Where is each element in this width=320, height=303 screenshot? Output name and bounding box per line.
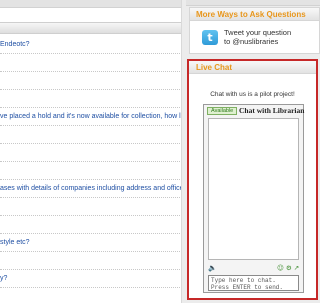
tweet-line-1: Tweet your question (224, 28, 292, 37)
chat-widget-title: Chat with Librarian (239, 106, 305, 115)
faq-header-bar (0, 22, 181, 34)
faq-question-link[interactable]: Endeotc? (0, 41, 30, 48)
chat-transcript[interactable] (208, 118, 299, 260)
faq-row (0, 252, 181, 270)
chat-input[interactable] (208, 275, 299, 291)
live-chat-title: Live Chat (189, 61, 316, 74)
left-top-strip (0, 0, 181, 8)
faq-row: Endeotc? (0, 36, 181, 54)
faq-row (0, 126, 181, 144)
faq-question-link[interactable]: ve placed a hold and it's now available … (0, 113, 181, 120)
faq-row (0, 90, 181, 108)
faq-row: ases with details of companies including… (0, 180, 181, 198)
faq-question-link[interactable]: y? (0, 275, 7, 282)
faq-row (0, 54, 181, 72)
faq-row (0, 72, 181, 90)
sound-icon[interactable]: 🔈 (208, 265, 217, 272)
faq-row (0, 162, 181, 180)
live-chat-box: Live Chat Chat with us is a pilot projec… (187, 59, 318, 300)
faq-row (0, 216, 181, 234)
chat-widget-titlebar: Available Chat with Librarian (204, 105, 305, 116)
tweet-line-2: to @nuslibraries (224, 37, 279, 46)
tweet-link[interactable]: Tweet your question to @nuslibraries (224, 28, 319, 46)
faq-panel: Endeotc? ve placed a hold and it's now av… (0, 0, 182, 303)
more-ways-title: More Ways to Ask Questions (190, 8, 319, 21)
chat-intro-text: Chat with us is a pilot project! (210, 91, 295, 98)
faq-row (0, 198, 181, 216)
faq-question-link[interactable]: ases with details of companies including… (0, 185, 181, 192)
faq-row: ve placed a hold and it's now available … (0, 108, 181, 126)
twitter-icon[interactable]: t (202, 30, 218, 45)
chat-widget: Available Chat with Librarian 🔈 ☺ ⚙ ↗ (203, 104, 304, 293)
faq-row: y? (0, 270, 181, 288)
faq-question-link[interactable]: style etc? (0, 239, 30, 246)
faq-row: style etc? (0, 234, 181, 252)
chat-tools-icon[interactable]: ☺ ⚙ ↗ (277, 264, 301, 273)
faq-row (0, 144, 181, 162)
status-badge: Available (207, 107, 238, 115)
right-top-strip (186, 0, 320, 6)
more-ways-box: More Ways to Ask Questions t Tweet your … (189, 7, 320, 54)
faq-row (0, 288, 181, 303)
